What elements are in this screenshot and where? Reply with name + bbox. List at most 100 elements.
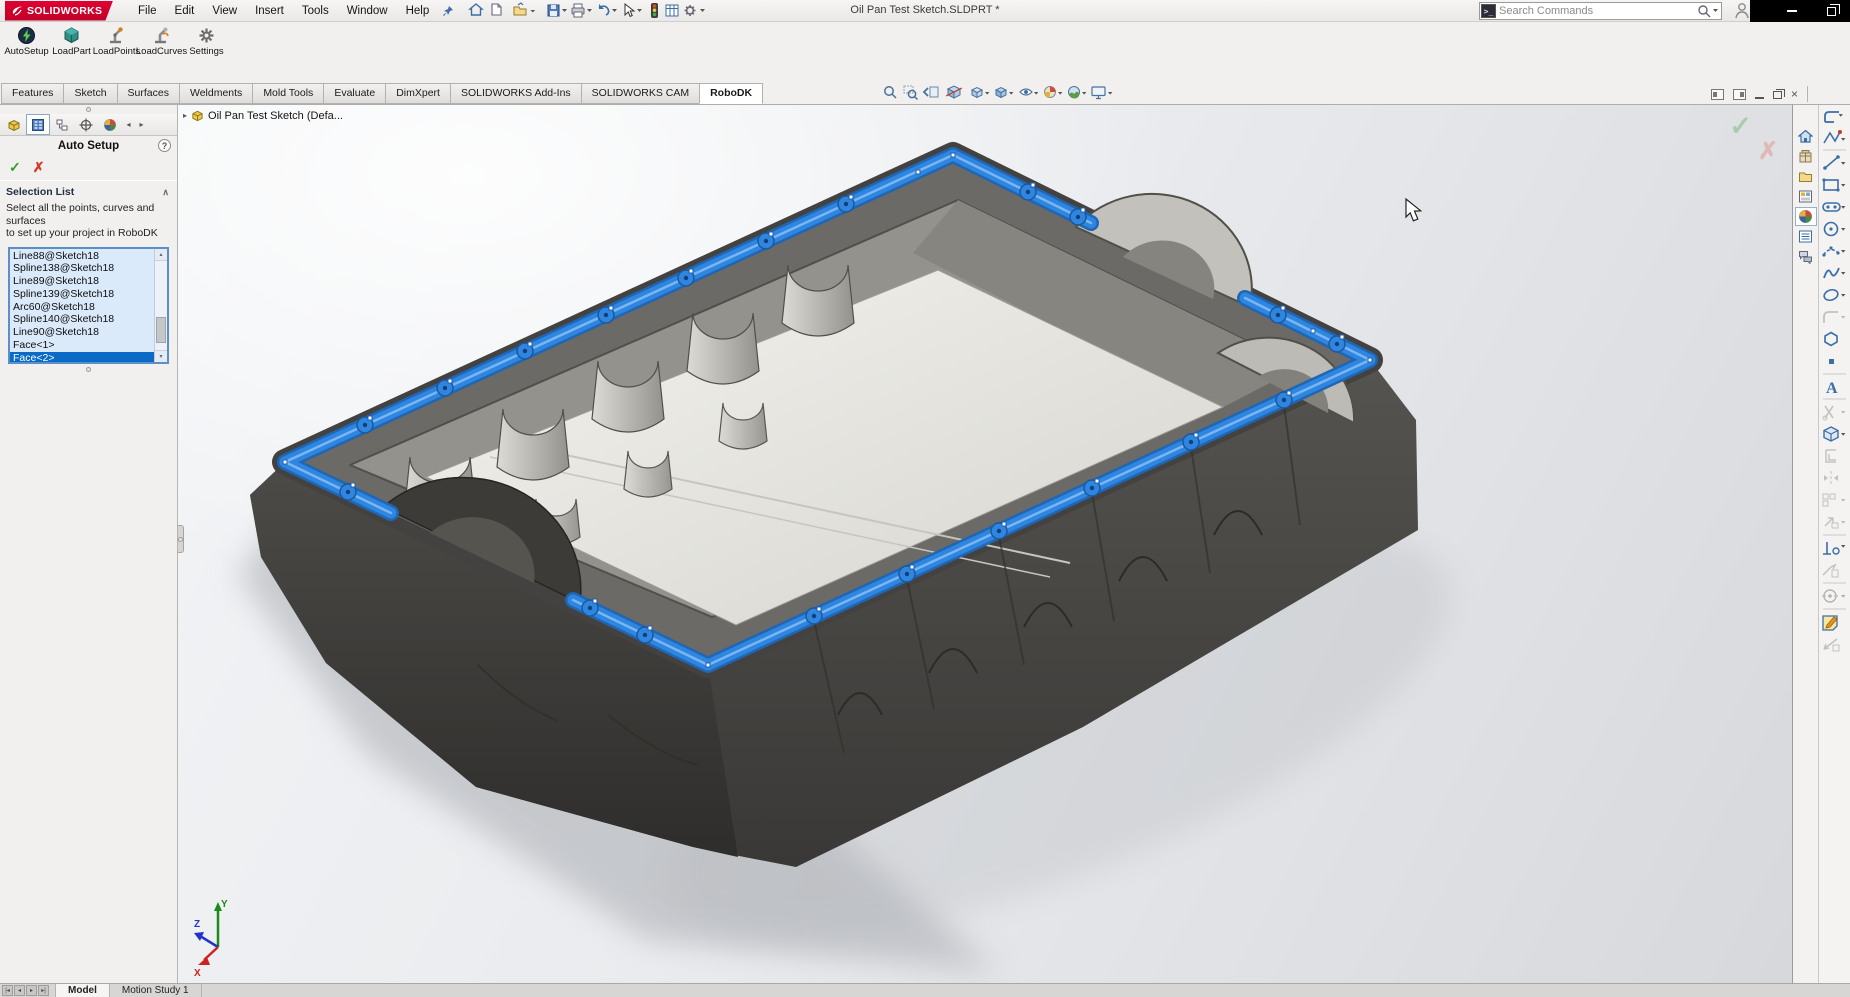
mirror-entities-tool[interactable] (1824, 471, 1838, 485)
spline-tool[interactable] (1824, 268, 1845, 278)
display-style-icon[interactable] (996, 88, 1006, 98)
autosetup-button[interactable]: AutoSetup (4, 25, 49, 61)
scrollbar-thumb[interactable] (156, 317, 166, 343)
feature-tree-root-label[interactable]: Oil Pan Test Sketch (Defa... (208, 110, 343, 122)
previous-view-icon[interactable] (924, 87, 938, 97)
list-item[interactable]: Spline140@Sketch18 (10, 313, 154, 326)
linear-sketch-pattern-tool[interactable] (1823, 494, 1845, 506)
view-orientation-dropdown-icon[interactable] (985, 92, 989, 95)
display-delete-relations-tool[interactable] (1823, 542, 1845, 554)
view-settings-icon[interactable] (1092, 87, 1105, 99)
tab-weldments[interactable]: Weldments (179, 83, 253, 104)
list-item[interactable]: Arc60@Sketch18 (10, 301, 154, 314)
selection-listbox[interactable]: Line88@Sketch18 Spline138@Sketch18 Line8… (8, 247, 169, 364)
tab-surfaces[interactable]: Surfaces (117, 83, 180, 104)
tab-dimxpert[interactable]: DimXpert (385, 83, 451, 104)
select-dropdown-icon[interactable] (637, 9, 642, 12)
print-dropdown-icon[interactable] (587, 9, 592, 12)
sketch-fillet-tool[interactable] (1824, 312, 1845, 323)
polygon-tool[interactable] (1825, 333, 1837, 346)
cancel-button[interactable]: ✗ (33, 159, 45, 176)
feature-tree-breadcrumb[interactable]: ▸ Oil Pan Test Sketch (Defa... (183, 109, 343, 122)
tab-property-manager[interactable] (26, 114, 50, 135)
apply-scene-icon[interactable] (1069, 87, 1080, 99)
new-document-icon[interactable] (492, 4, 501, 15)
expand-tree-icon[interactable]: ▸ (183, 111, 187, 120)
minimize-button[interactable] (1787, 10, 1797, 12)
tab-mold-tools[interactable]: Mold Tools (252, 83, 324, 104)
view-settings-dropdown-icon[interactable] (1108, 92, 1112, 95)
loadcurves-button[interactable]: LoadCurves (139, 25, 184, 61)
list-item[interactable]: Line90@Sketch18 (10, 326, 154, 339)
text-tool[interactable]: A (1826, 380, 1838, 397)
next-study-button[interactable]: ▸ (26, 985, 37, 996)
viewport-confirm-ok-icon[interactable]: ✓ (1729, 111, 1752, 142)
loadpoints-button[interactable]: LoadPoints (94, 25, 139, 61)
file-explorer-button[interactable] (1795, 167, 1817, 186)
apply-scene-dropdown-icon[interactable] (1082, 92, 1086, 95)
ok-button[interactable]: ✓ (9, 159, 21, 176)
design-library-button[interactable] (1795, 147, 1817, 166)
doc-minimize-button[interactable] (1755, 97, 1764, 99)
list-item[interactable]: Line89@Sketch18 (10, 275, 154, 288)
solidworks-forum-button[interactable] (1795, 247, 1817, 266)
open-document-icon[interactable] (514, 3, 536, 15)
selection-list-header[interactable]: Selection List ∧ (0, 183, 177, 201)
zoom-to-fit-icon[interactable] (885, 87, 896, 98)
tab-solidworks-addins[interactable]: SOLIDWORKS Add-Ins (450, 83, 582, 104)
pin-menu-icon[interactable] (442, 5, 454, 17)
menu-tools[interactable]: Tools (293, 2, 338, 20)
ellipse-tool[interactable] (1823, 288, 1846, 302)
user-account-icon[interactable] (1734, 2, 1750, 19)
repair-sketch-tool[interactable] (1823, 565, 1838, 577)
hide-show-dropdown-icon[interactable] (1034, 92, 1038, 95)
save-icon[interactable] (548, 5, 559, 16)
offset-entities-tool[interactable] (1826, 450, 1836, 462)
instant2d-tool[interactable] (1824, 639, 1839, 651)
prev-study-button[interactable]: ◂ (14, 985, 25, 996)
list-item[interactable]: Spline138@Sketch18 (10, 262, 154, 275)
corner-rectangle-tool[interactable] (1822, 178, 1845, 191)
help-icon[interactable]: ? (158, 139, 171, 152)
collapse-left-pane-icon[interactable] (1711, 89, 1724, 100)
zoom-to-area-icon[interactable] (904, 86, 918, 100)
panel-tabs-prev-icon[interactable]: ◂ (122, 114, 135, 135)
options-dropdown-icon[interactable] (700, 9, 705, 12)
tab-model[interactable]: Model (55, 984, 110, 997)
solidworks-resources-button[interactable] (1795, 127, 1817, 146)
edit-appearance-dropdown-icon[interactable] (1058, 92, 1062, 95)
line-tool[interactable] (1823, 155, 1845, 170)
quick-snaps-tool[interactable] (1822, 590, 1845, 602)
tab-motion-study-1[interactable]: Motion Study 1 (110, 984, 202, 997)
point-tool[interactable] (1829, 359, 1834, 364)
menu-file[interactable]: File (129, 2, 166, 20)
search-commands-box[interactable]: >_ (1479, 2, 1722, 20)
tab-features[interactable]: Features (1, 83, 64, 104)
tab-dimxpert-manager[interactable] (74, 114, 98, 135)
list-item[interactable]: Line88@Sketch18 (10, 250, 154, 263)
edit-appearance-icon[interactable] (1045, 87, 1056, 98)
appearances-scenes-button[interactable] (1795, 207, 1817, 226)
panel-tabs-next-icon[interactable]: ▸ (135, 114, 148, 135)
search-input[interactable] (1499, 5, 1695, 17)
undo-icon[interactable] (599, 4, 609, 15)
tab-evaluate[interactable]: Evaluate (323, 83, 386, 104)
view-palette-button[interactable] (1795, 187, 1817, 206)
menu-help[interactable]: Help (397, 2, 439, 20)
list-item-selected[interactable]: Face<2> (10, 352, 154, 364)
scroll-up-icon[interactable]: ▴ (155, 249, 167, 261)
tab-robodk[interactable]: RoboDK (699, 83, 763, 104)
menu-window[interactable]: Window (338, 2, 397, 20)
rapid-sketch-tool[interactable] (1823, 616, 1837, 630)
search-scope-icon[interactable]: >_ (1481, 4, 1496, 18)
select-cursor-icon[interactable] (625, 4, 634, 17)
display-style-dropdown-icon[interactable] (1009, 92, 1013, 95)
tab-display-manager[interactable] (98, 114, 122, 135)
collapse-right-pane-icon[interactable] (1733, 89, 1746, 100)
rebuild-traffic-light-icon[interactable] (651, 3, 658, 18)
centerpoint-arc-tool[interactable] (1822, 246, 1845, 256)
home-icon[interactable] (470, 4, 482, 15)
listbox-scrollbar[interactable]: ▴ ▾ (154, 249, 167, 362)
move-entities-tool[interactable] (1825, 518, 1845, 528)
options-gear-icon[interactable] (685, 5, 696, 16)
